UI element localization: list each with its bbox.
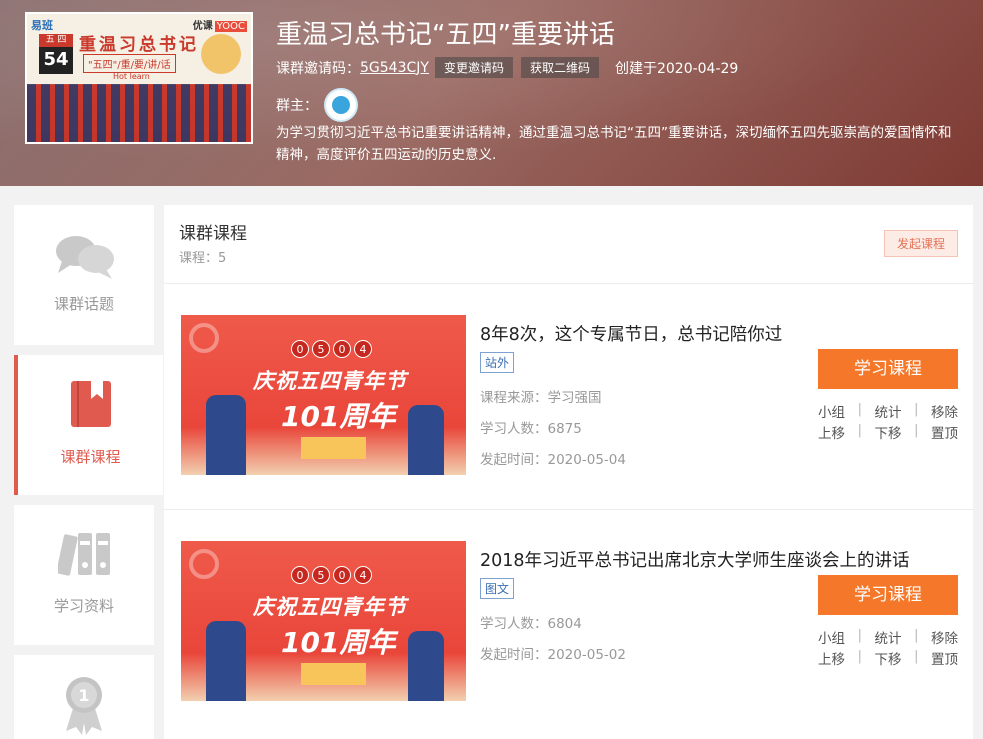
badge-digit: 0 xyxy=(291,566,309,584)
mascot-icon xyxy=(201,34,241,74)
yooc-logo-badge: YOOC xyxy=(214,21,247,32)
book-icon xyxy=(71,381,111,427)
tiananmen-illustration xyxy=(301,663,366,685)
invite-label: 课群邀请码： xyxy=(276,60,360,77)
invite-code[interactable]: 5G543CJY xyxy=(360,60,429,76)
thumb-title: 庆祝五四青年节 xyxy=(253,595,407,619)
course-tag: 图文 xyxy=(480,578,515,599)
sidebar-item-label: 课群课程 xyxy=(60,448,121,466)
badge-digit: 5 xyxy=(312,566,330,584)
sidebar-item-ranking[interactable]: 1 xyxy=(14,655,154,739)
badge-digit: 0 xyxy=(333,566,351,584)
stats-link[interactable]: 统计 xyxy=(875,401,902,421)
course-list-panel: 课群课程 课程：5 发起课程 0 5 0 4 庆祝五四青年节 101周年 8年8… xyxy=(164,205,973,739)
move-down-link[interactable]: 下移 xyxy=(875,422,902,442)
course-thumbnail[interactable]: 0 5 0 4 庆祝五四青年节 101周年 xyxy=(181,541,466,701)
svg-text:1: 1 xyxy=(78,686,89,705)
figure-illustration xyxy=(206,621,246,701)
cover-title: 重温习总书记 xyxy=(79,35,199,55)
crowd-illustration xyxy=(27,84,251,142)
cover-english: Hot learn xyxy=(113,72,150,81)
course-ops-row: 小组 | 统计 | 移除 xyxy=(818,627,958,647)
binders-icon xyxy=(58,533,110,576)
calendar-top: 五 四 xyxy=(39,34,73,47)
group-title: 重温习总书记“五四”重要讲话 xyxy=(276,20,615,50)
calendar-number: 54 xyxy=(43,49,69,70)
group-description: 为学习贯彻习近平总书记重要讲话精神，通过重温习总书记“五四”重要讲话，深切缅怀五… xyxy=(276,122,983,166)
badge-digit: 4 xyxy=(354,566,372,584)
group-cover-image: 易班 优课 YOOC 五 四 54 重温习总书记 "五四"/重/要/讲/话 Hot… xyxy=(25,12,253,144)
yooc-logo: 优课 YOOC xyxy=(193,17,247,32)
group-owner: 群主： xyxy=(276,88,358,122)
course-learners: 学习人数：6875 xyxy=(480,421,582,437)
thumb-subtitle: 101周年 xyxy=(281,626,396,659)
move-up-link[interactable]: 上移 xyxy=(818,422,845,442)
owner-label: 群主： xyxy=(276,98,318,114)
group-meta: 课群邀请码： 5G543CJY 变更邀请码 获取二维码 创建于2020-04-2… xyxy=(276,57,738,78)
panel-title: 课群课程 xyxy=(179,224,247,244)
group-link[interactable]: 小组 xyxy=(818,401,845,421)
sidebar-item-label: 课群话题 xyxy=(53,295,114,313)
description-line-1: 为学习贯彻习近平总书记重要讲话精神，通过重温习总书记“五四”重要讲话，深切缅怀五… xyxy=(276,125,952,141)
course-thumbnail[interactable]: 0 5 0 4 庆祝五四青年节 101周年 xyxy=(181,315,466,475)
badge-digit: 4 xyxy=(354,340,372,358)
change-code-button[interactable]: 变更邀请码 xyxy=(434,57,513,78)
sidebar-item-materials[interactable]: 学习资料 xyxy=(14,505,154,645)
course-item: 0 5 0 4 庆祝五四青年节 101周年 2018年习近平总书记出席北京大学师… xyxy=(164,509,973,735)
thumb-badge: 0 5 0 4 xyxy=(291,566,372,584)
sidebar-item-label: 学习资料 xyxy=(53,597,114,615)
figure-illustration xyxy=(408,631,444,701)
get-qr-button[interactable]: 获取二维码 xyxy=(520,57,599,78)
pin-top-link[interactable]: 置顶 xyxy=(931,422,958,442)
badge-digit: 5 xyxy=(312,340,330,358)
course-name[interactable]: 2018年习近平总书记出席北京大学师生座谈会上的讲话 xyxy=(480,547,910,572)
calendar-graphic: 五 四 54 xyxy=(39,34,73,74)
course-date: 发起时间：2020-05-04 xyxy=(480,452,626,468)
course-item: 0 5 0 4 庆祝五四青年节 101周年 8年8次，这个专属节日，总书记陪你过… xyxy=(164,283,973,509)
course-ops-row: 小组 | 统计 | 移除 xyxy=(818,401,958,421)
course-name[interactable]: 8年8次，这个专属节日，总书记陪你过 xyxy=(480,321,782,346)
remove-link[interactable]: 移除 xyxy=(931,627,958,647)
course-tag: 站外 xyxy=(480,352,515,373)
course-group-header: 易班 优课 YOOC 五 四 54 重温习总书记 "五四"/重/要/讲/话 Hot… xyxy=(0,0,983,186)
sidebar-item-courses[interactable]: 课群课程 xyxy=(14,355,163,495)
decor-circle xyxy=(189,323,219,353)
study-course-button[interactable]: 学习课程 xyxy=(818,575,958,615)
badge-digit: 0 xyxy=(333,340,351,358)
course-learners: 学习人数：6804 xyxy=(480,616,582,632)
course-ops-row: 上移 | 下移 | 置顶 xyxy=(818,648,958,668)
chat-bubbles-icon xyxy=(56,236,114,279)
thumb-subtitle: 101周年 xyxy=(281,400,396,433)
decor-circle xyxy=(189,549,219,579)
pin-top-link[interactable]: 置顶 xyxy=(931,648,958,668)
thumb-title: 庆祝五四青年节 xyxy=(253,369,407,393)
description-line-2: 精神，高度评价五四运动的历史意义. xyxy=(276,147,497,163)
yiban-logo: 易班 xyxy=(31,19,53,32)
stats-link[interactable]: 统计 xyxy=(875,627,902,647)
sidebar-item-topics[interactable]: 课群话题 xyxy=(14,205,154,345)
thumb-badge: 0 5 0 4 xyxy=(291,340,372,358)
course-ops-row: 上移 | 下移 | 置顶 xyxy=(818,422,958,442)
badge-digit: 0 xyxy=(291,340,309,358)
tiananmen-illustration xyxy=(301,437,366,459)
move-up-link[interactable]: 上移 xyxy=(818,648,845,668)
created-date: 创建于2020-04-29 xyxy=(614,60,739,77)
owner-avatar[interactable] xyxy=(324,88,358,122)
course-count: 课程：5 xyxy=(179,251,227,266)
course-date: 发起时间：2020-05-02 xyxy=(480,647,626,663)
study-course-button[interactable]: 学习课程 xyxy=(818,349,958,389)
move-down-link[interactable]: 下移 xyxy=(875,648,902,668)
course-source: 课程来源：学习强国 xyxy=(480,390,602,406)
medal-icon: 1 xyxy=(66,677,102,735)
remove-link[interactable]: 移除 xyxy=(931,401,958,421)
publish-course-button[interactable]: 发起课程 xyxy=(883,230,958,257)
group-link[interactable]: 小组 xyxy=(818,627,845,647)
figure-illustration xyxy=(408,405,444,475)
cover-subtitle: "五四"/重/要/讲/话 xyxy=(83,54,176,73)
figure-illustration xyxy=(206,395,246,475)
